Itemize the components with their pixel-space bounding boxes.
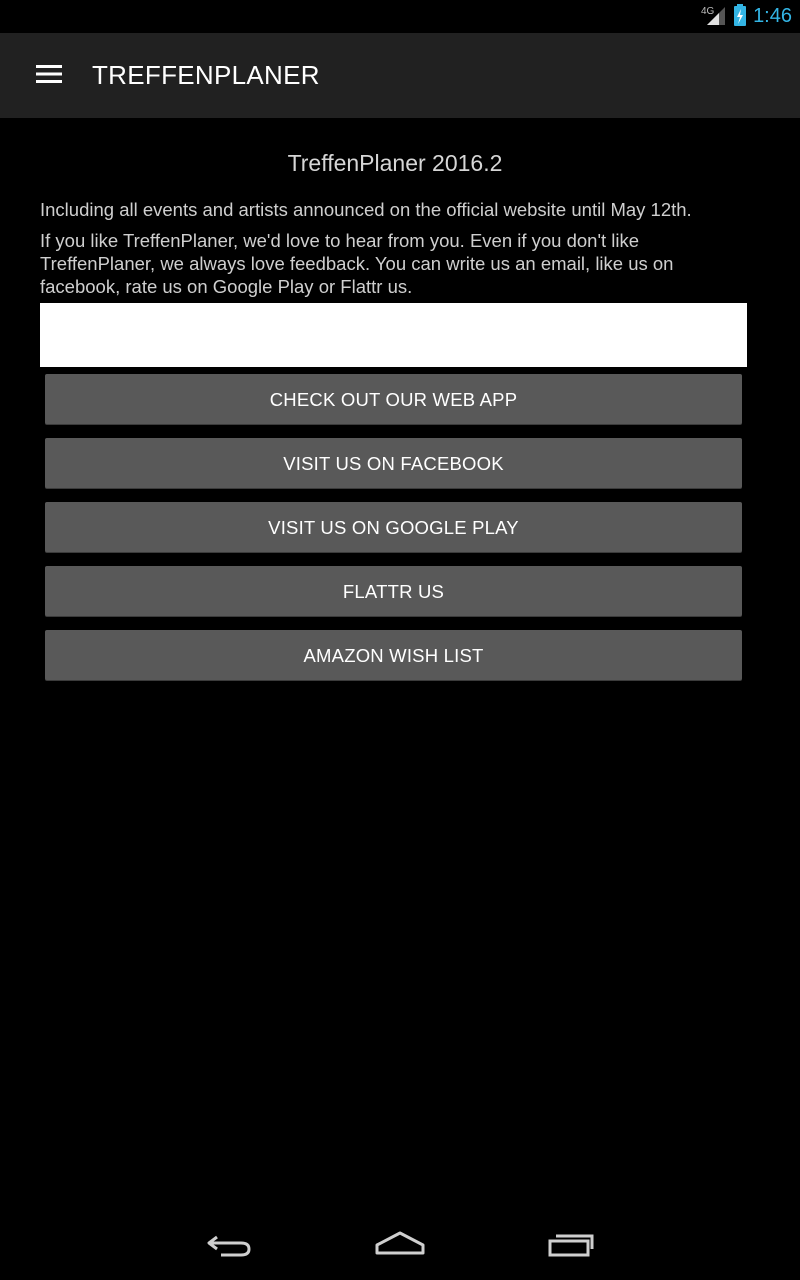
facebook-button[interactable]: VISIT US ON FACEBOOK <box>45 438 742 488</box>
back-button[interactable] <box>194 1224 264 1268</box>
battery-icon <box>733 3 747 31</box>
web-app-button[interactable]: CHECK OUT OUR WEB APP <box>45 374 742 424</box>
back-icon <box>205 1229 253 1263</box>
flattr-button[interactable]: FLATTR US <box>45 566 742 616</box>
recents-icon <box>547 1229 595 1263</box>
hamburger-menu-icon <box>36 64 62 88</box>
status-time: 1:46 <box>753 5 792 27</box>
version-title: TreffenPlaner 2016.2 <box>287 150 503 176</box>
signal-icon: 4G <box>701 3 727 31</box>
about-content: TreffenPlaner 2016.2 Including all event… <box>40 140 750 306</box>
app-title: TREFFENPLANER <box>92 60 320 90</box>
amazon-wish-list-button[interactable]: AMAZON WISH LIST <box>45 630 742 680</box>
navigation-bar <box>0 1210 800 1280</box>
network-type-label: 4G <box>701 6 715 17</box>
info-paragraph: Including all events and artists announc… <box>40 199 692 220</box>
blank-panel <box>40 303 747 367</box>
status-bar: 4G 1:46 <box>0 0 800 33</box>
google-play-button[interactable]: VISIT US ON GOOGLE PLAY <box>45 502 742 552</box>
status-icons: 4G 1:46 <box>701 0 792 33</box>
feedback-paragraph: If you like TreffenPlaner, we'd love to … <box>40 230 674 297</box>
app-bar: TREFFENPLANER <box>0 33 800 118</box>
menu-button[interactable] <box>24 54 74 98</box>
home-button[interactable] <box>365 1224 435 1268</box>
recents-button[interactable] <box>536 1224 606 1268</box>
home-icon <box>374 1229 426 1263</box>
